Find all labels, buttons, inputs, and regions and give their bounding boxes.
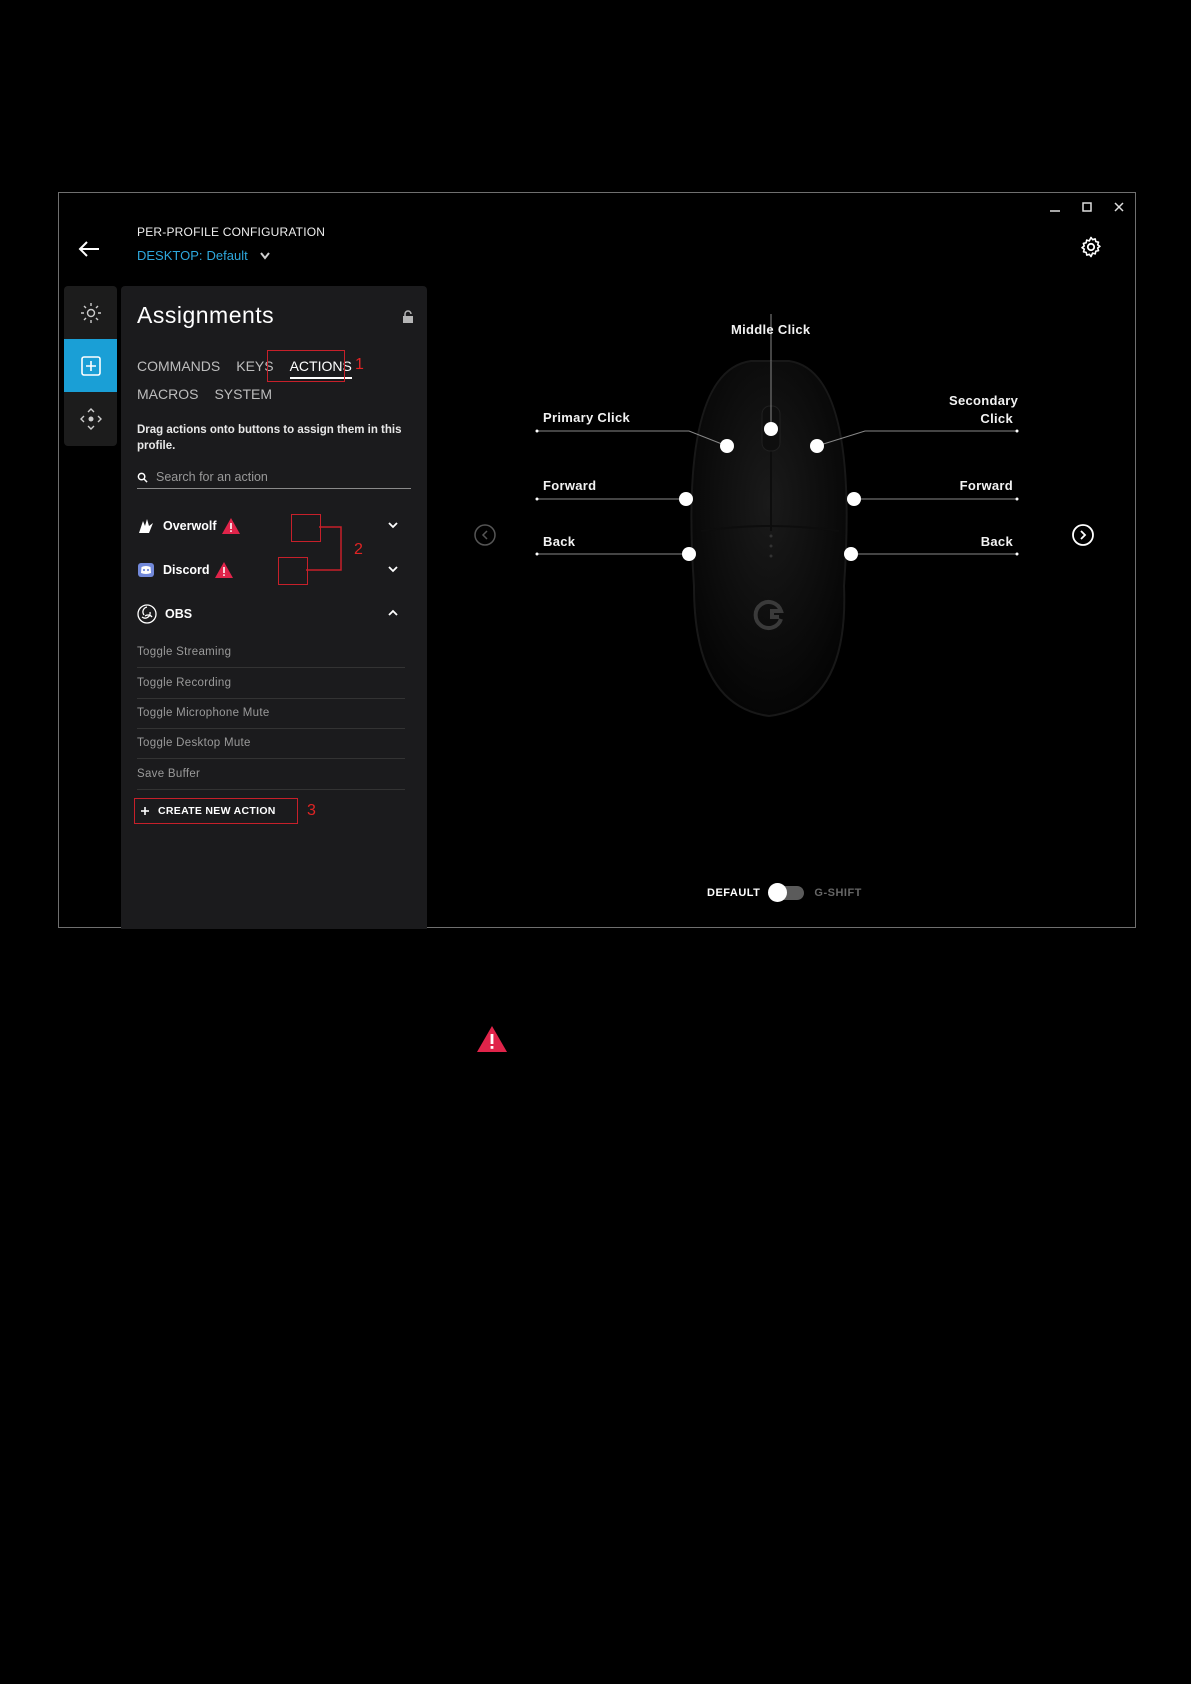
tab-commands[interactable]: COMMANDS	[137, 358, 220, 374]
minimize-icon[interactable]	[1047, 199, 1063, 215]
group-name: OBS	[165, 607, 193, 621]
label-middle-click: Middle Click	[731, 322, 811, 337]
profile-name: Default	[206, 248, 248, 263]
assignments-plus-icon	[80, 355, 101, 376]
header-title: PER-PROFILE CONFIGURATION	[137, 225, 326, 239]
window-controls	[1047, 199, 1127, 215]
label-secondary-line1: Secondary	[949, 393, 1019, 408]
label-secondary-click: Secondary Click	[949, 392, 1019, 428]
tabs-row-2: MACROS SYSTEM	[137, 386, 272, 402]
maximize-icon[interactable]	[1079, 199, 1095, 215]
assignments-panel: Assignments COMMANDS KEYS ACTIONS 1 MACR…	[121, 286, 427, 929]
obs-action-item[interactable]: Save Buffer	[137, 759, 405, 790]
mouse-image	[535, 314, 1019, 718]
hint-text: Drag actions onto buttons to assign them…	[137, 424, 402, 452]
warning-icon	[477, 1026, 507, 1052]
label-forward-left: Forward	[543, 478, 597, 493]
rail-assignments-button[interactable]	[64, 339, 117, 392]
lock-open-icon[interactable]	[401, 310, 415, 324]
back-arrow-icon[interactable]	[77, 237, 101, 261]
gear-icon[interactable]	[1079, 235, 1103, 259]
side-rail	[64, 286, 117, 446]
chevron-up-icon[interactable]	[387, 607, 399, 619]
annotation-box-2b	[278, 557, 308, 585]
prev-device-icon[interactable]	[474, 524, 496, 546]
search-bar[interactable]	[137, 466, 411, 489]
group-obs[interactable]: OBS	[137, 602, 411, 626]
toggle-gshift-label: G-SHIFT	[814, 887, 862, 899]
chevron-down-icon	[259, 251, 270, 260]
annotation-bracket-2	[306, 526, 342, 571]
annotation-box-1	[267, 350, 345, 382]
group-overwolf[interactable]: Overwolf	[137, 514, 411, 538]
label-primary-click: Primary Click	[543, 410, 631, 425]
search-input[interactable]	[156, 470, 396, 484]
search-icon	[137, 472, 148, 483]
gshift-toggle-row: DEFAULT G-SHIFT	[707, 883, 862, 902]
chevron-down-icon[interactable]	[387, 563, 399, 575]
annotation-number-2: 2	[354, 541, 363, 558]
mouse-diagram: Middle Click Primary Click Secondary Cli…	[439, 286, 1129, 902]
create-new-action-label: CREATE NEW ACTION	[158, 805, 276, 817]
lighting-icon	[80, 302, 101, 323]
discord-icon	[138, 563, 154, 577]
group-name: Discord	[163, 563, 210, 577]
create-new-action-button[interactable]: CREATE NEW ACTION	[134, 798, 298, 824]
profile-prefix: DESKTOP:	[137, 248, 203, 263]
rail-sensitivity-button[interactable]	[64, 392, 117, 445]
rail-lighting-button[interactable]	[64, 286, 117, 339]
warning-icon	[221, 518, 240, 534]
dpi-icon	[79, 407, 102, 430]
profile-selector[interactable]: DESKTOP: Default	[137, 248, 272, 263]
close-icon[interactable]	[1111, 199, 1127, 215]
toggle-knob	[768, 883, 788, 902]
group-name: Overwolf	[163, 519, 217, 533]
tab-macros[interactable]: MACROS	[137, 386, 198, 402]
label-back-left: Back	[543, 534, 576, 549]
app-window: PER-PROFILE CONFIGURATION DESKTOP: Defau…	[58, 192, 1136, 929]
toggle-default-label: DEFAULT	[707, 887, 761, 899]
label-secondary-line2: Click	[980, 411, 1013, 426]
label-forward-right: Forward	[959, 478, 1013, 493]
obs-action-item[interactable]: Toggle Desktop Mute	[137, 728, 405, 759]
obs-icon	[137, 604, 157, 624]
chevron-down-icon[interactable]	[387, 519, 399, 531]
panel-title: Assignments	[137, 302, 275, 328]
warning-icon	[214, 562, 233, 578]
annotation-number-1: 1	[355, 356, 364, 373]
obs-action-item[interactable]: Toggle Streaming	[137, 637, 405, 668]
plus-icon	[141, 807, 149, 815]
annotation-number-3: 3	[307, 802, 316, 819]
group-discord[interactable]: Discord	[137, 558, 411, 582]
obs-action-item[interactable]: Toggle Microphone Mute	[137, 698, 405, 729]
obs-action-item[interactable]: Toggle Recording	[137, 668, 405, 699]
label-back-right: Back	[980, 534, 1013, 549]
tab-system[interactable]: SYSTEM	[214, 386, 272, 402]
gshift-toggle[interactable]	[768, 883, 805, 902]
overwolf-icon	[139, 519, 153, 533]
next-device-icon[interactable]	[1072, 524, 1094, 546]
